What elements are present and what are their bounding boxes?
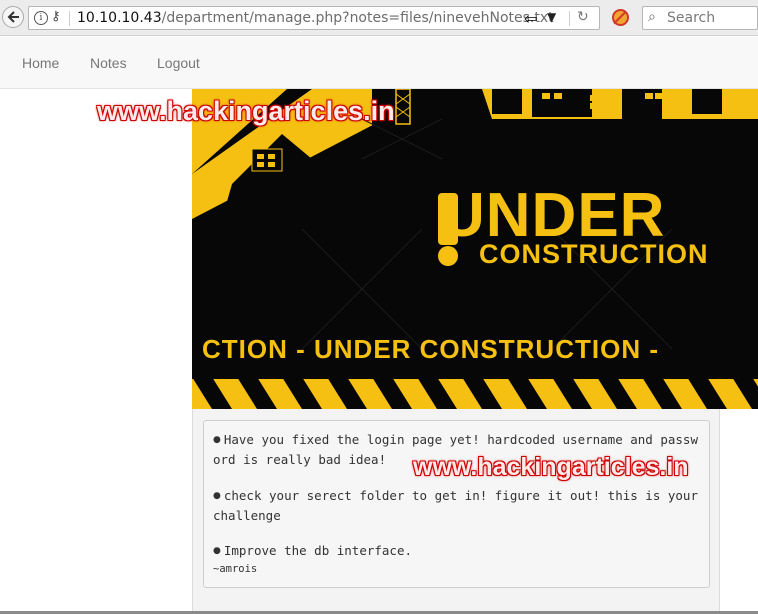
bullet-icon: ● — [213, 435, 221, 445]
nav-notes-link[interactable]: Notes — [90, 55, 127, 71]
bullet-icon: ● — [213, 546, 221, 556]
nav-home-link[interactable]: Home — [22, 55, 59, 71]
search-placeholder: Search — [667, 10, 716, 26]
address-divider — [69, 11, 70, 26]
under-construction-banner: UNDER CONSTRUCTION CTION - UNDER CONSTRU… — [192, 89, 758, 409]
note-text: check your serect folder to get in! figu… — [213, 488, 698, 523]
url-path: /department/manage.php?notes=files/ninev… — [161, 10, 554, 26]
watermark-bottom: www.hackingarticles.in — [413, 453, 689, 481]
url-text[interactable]: 10.10.10.43/department/manage.php?notes=… — [77, 10, 554, 26]
bullet-icon: ● — [213, 491, 221, 501]
chevron-down-icon[interactable]: ▼ — [547, 10, 556, 24]
search-icon: ⌕ — [648, 9, 656, 25]
note-text: Improve the db interface. — [223, 543, 413, 558]
watermark-top: www.hackingarticles.in — [97, 96, 395, 126]
address-bar[interactable]: i ⚷ 10.10.10.43/department/manage.php?no… — [28, 6, 600, 30]
banner-title: UNDER — [440, 181, 666, 250]
nav-logout-link[interactable]: Logout — [157, 55, 200, 71]
search-input[interactable]: ⌕ Search — [642, 6, 758, 30]
noscript-icon[interactable] — [612, 9, 629, 26]
note-item: ● check your serect folder to get in! fig… — [213, 486, 703, 525]
banner-ticker: CTION - UNDER CONSTRUCTION - — [202, 334, 659, 364]
back-button[interactable] — [2, 6, 24, 28]
site-navbar: Home Notes Logout — [0, 37, 758, 89]
info-icon[interactable]: i — [34, 11, 48, 25]
banner-subtitle: CONSTRUCTION — [479, 239, 709, 269]
arrow-left-icon — [7, 11, 19, 23]
url-host: 10.10.10.43 — [77, 10, 162, 26]
cursor-arrow-icon: ⇦ — [524, 9, 538, 28]
reload-icon[interactable]: ↻ — [577, 9, 589, 25]
note-signature: ~amrois — [213, 563, 258, 575]
address-divider-2 — [569, 11, 570, 26]
key-icon: ⚷ — [51, 9, 61, 24]
browser-toolbar: i ⚷ 10.10.10.43/department/manage.php?no… — [0, 0, 758, 36]
note-item: ● Improve the db interface. — [213, 541, 703, 561]
